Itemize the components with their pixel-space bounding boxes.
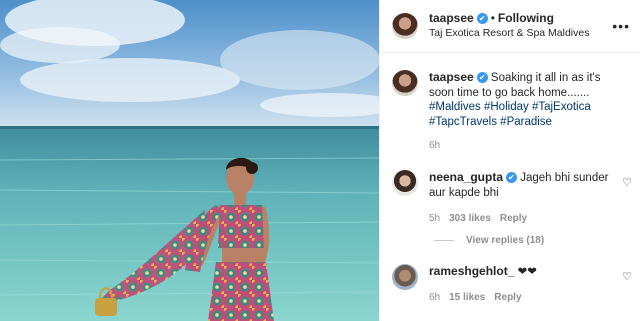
more-options-icon[interactable]: ••• <box>612 18 630 34</box>
replies-divider <box>434 240 454 241</box>
view-replies-label: View replies (18) <box>466 235 545 246</box>
view-replies-link[interactable]: View replies (18) <box>434 235 544 246</box>
separator-dot: • <box>490 11 495 25</box>
post-side-panel: taapsee ✔ • Following Taj Exotica Resort & … <box>379 0 640 321</box>
commenter-username[interactable]: neena_gupta <box>429 170 503 184</box>
caption-timestamp[interactable]: 6h <box>429 139 619 154</box>
post-photo-image <box>0 0 379 321</box>
hashtag[interactable]: #Holiday <box>484 101 529 113</box>
comment-item: rameshgehlot_ ❤❤ 6h 15 likes Reply <box>392 264 632 305</box>
post-caption: taapsee ✔ Soaking it all in as it's soon … <box>392 70 632 154</box>
hashtag[interactable]: #Paradise <box>500 116 552 128</box>
caption-avatar[interactable] <box>392 70 418 96</box>
verified-badge-icon: ✔ <box>506 172 518 184</box>
comment-item: neena_gupta ✔ Jageh bhi sunder aur kapde … <box>392 170 632 226</box>
reply-button[interactable]: Reply <box>500 213 527 224</box>
commenter-avatar[interactable] <box>392 264 418 290</box>
reply-button[interactable]: Reply <box>494 292 521 303</box>
caption-body: taapsee ✔ Soaking it all in as it's soon … <box>429 70 619 154</box>
verified-badge-icon: ✔ <box>476 13 488 25</box>
comment-likes[interactable]: 15 likes <box>449 292 485 303</box>
hashtag[interactable]: #Maldives <box>429 101 481 113</box>
header-text: taapsee ✔ • Following Taj Exotica Resort & … <box>429 11 589 41</box>
author-avatar[interactable] <box>392 13 418 39</box>
comment-body: neena_gupta ✔ Jageh bhi sunder aur kapde … <box>429 170 609 226</box>
comment-meta: 5h 303 likes Reply <box>429 211 609 226</box>
commenter-username[interactable]: rameshgehlot_ <box>429 264 514 278</box>
verified-badge-icon: ✔ <box>476 72 488 84</box>
post-photo[interactable] <box>0 0 379 321</box>
post-header: taapsee ✔ • Following Taj Exotica Resort & … <box>380 0 640 53</box>
author-username[interactable]: taapsee <box>429 11 474 25</box>
comment-timestamp[interactable]: 5h <box>429 213 440 224</box>
comment-likes[interactable]: 303 likes <box>449 213 491 224</box>
commenter-avatar[interactable] <box>392 170 418 196</box>
comment-body: rameshgehlot_ ❤❤ 6h 15 likes Reply <box>429 264 609 305</box>
caption-username[interactable]: taapsee <box>429 70 474 84</box>
following-button[interactable]: Following <box>498 11 554 25</box>
post-location[interactable]: Taj Exotica Resort & Spa Maldives <box>429 26 589 41</box>
like-comment-heart-icon[interactable]: ♡ <box>622 270 632 283</box>
instagram-post-view: taapsee ✔ • Following Taj Exotica Resort & … <box>0 0 640 321</box>
comment-timestamp[interactable]: 6h <box>429 292 440 303</box>
hashtag[interactable]: #TapcTravels <box>429 116 497 128</box>
like-comment-heart-icon[interactable]: ♡ <box>622 176 632 189</box>
hashtag[interactable]: #TajExotica <box>532 101 591 113</box>
comment-meta: 6h 15 likes Reply <box>429 290 609 305</box>
comment-text: ❤❤ <box>517 266 537 278</box>
